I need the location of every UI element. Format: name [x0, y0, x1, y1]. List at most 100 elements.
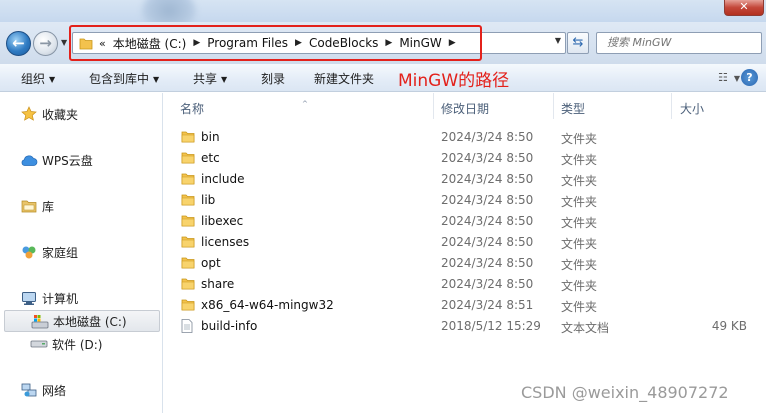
- column-divider[interactable]: [553, 93, 554, 119]
- windows-drive-icon: [31, 314, 49, 329]
- file-row[interactable]: bin 2024/3/24 8:50 文件夹: [164, 127, 766, 148]
- folder-icon: [181, 193, 195, 209]
- file-type: 文件夹: [561, 153, 598, 167]
- new-folder-button[interactable]: 新建文件夹: [314, 70, 374, 87]
- refresh-button[interactable]: ⇆: [567, 32, 589, 54]
- file-name: etc: [201, 151, 220, 165]
- file-date: 2024/3/24 8:50: [441, 235, 534, 249]
- file-size: 49 KB: [711, 319, 747, 333]
- annotation-highlight-box: [69, 25, 482, 61]
- file-list: ^ 名称 修改日期 类型 大小 bin 2024/3/24 8:50 文件夹 etc 2…: [164, 93, 766, 413]
- change-view-button[interactable]: ☷ ▼: [718, 71, 740, 84]
- file-row[interactable]: include 2024/3/24 8:50 文件夹: [164, 169, 766, 190]
- file-date: 2018/5/12 15:29: [441, 319, 541, 333]
- back-arrow-icon[interactable]: ←: [6, 31, 31, 56]
- file-date: 2024/3/24 8:50: [441, 172, 534, 186]
- file-row[interactable]: lib 2024/3/24 8:50 文件夹: [164, 190, 766, 211]
- nav-label-local-disk-c: 本地磁盘 (C:): [53, 314, 127, 329]
- organize-menu-button[interactable]: 组织 ▼: [21, 70, 55, 87]
- file-type: 文本文档: [561, 321, 610, 335]
- file-name: include: [201, 172, 245, 186]
- forward-arrow-icon[interactable]: →: [33, 31, 58, 56]
- nav-item-wps-cloud[interactable]: WPS云盘: [20, 149, 93, 171]
- file-date: 2024/3/24 8:50: [441, 193, 534, 207]
- navigation-pane: 收藏夹 WPS云盘 库 家庭组 计算机 本地磁盘 (C:) 软件 (D:) 网络: [0, 93, 163, 413]
- include-in-library-label: 包含到库中: [89, 72, 150, 86]
- burn-label: 刻录: [261, 72, 286, 86]
- nav-label-favorites: 收藏夹: [42, 107, 79, 122]
- file-date: 2024/3/24 8:51: [441, 298, 534, 312]
- network-icon: [20, 383, 38, 398]
- file-type: 文件夹: [561, 132, 598, 146]
- file-row[interactable]: x86_64-w64-mingw32 2024/3/24 8:51 文件夹: [164, 295, 766, 316]
- nav-item-homegroup[interactable]: 家庭组: [20, 241, 78, 263]
- column-header-type[interactable]: 类型: [561, 100, 585, 117]
- file-type: 文件夹: [561, 237, 598, 251]
- column-header-name[interactable]: 名称: [180, 100, 204, 117]
- nav-label-homegroup: 家庭组: [42, 245, 79, 260]
- homegroup-icon: [20, 244, 38, 260]
- folder-icon: [181, 298, 195, 314]
- column-header: ^ 名称 修改日期 类型 大小: [164, 93, 766, 119]
- search-box[interactable]: [596, 32, 762, 54]
- nav-label-software-d: 软件 (D:): [52, 337, 103, 352]
- file-row[interactable]: libexec 2024/3/24 8:50 文件夹: [164, 211, 766, 232]
- column-divider[interactable]: [671, 93, 672, 119]
- file-name: licenses: [201, 235, 250, 249]
- nav-item-libraries[interactable]: 库: [20, 195, 54, 217]
- folder-icon: [181, 214, 195, 230]
- close-window-button[interactable]: ✕: [724, 0, 764, 16]
- column-header-size[interactable]: 大小: [680, 100, 704, 117]
- drive-icon: [30, 339, 48, 349]
- sort-ascending-icon: ^: [302, 100, 308, 108]
- share-label: 共享: [193, 72, 218, 86]
- file-row[interactable]: share 2024/3/24 8:50 文件夹: [164, 274, 766, 295]
- file-name: libexec: [201, 214, 244, 228]
- file-name: opt: [201, 256, 221, 270]
- star-icon: [20, 106, 38, 122]
- file-date: 2024/3/24 8:50: [441, 214, 534, 228]
- nav-item-network[interactable]: 网络: [20, 379, 66, 401]
- view-grid-icon: ☷: [718, 71, 728, 84]
- csdn-watermark: CSDN @weixin_48907272: [521, 383, 729, 402]
- column-divider[interactable]: [433, 93, 434, 119]
- cloud-icon: [20, 153, 38, 167]
- file-row[interactable]: etc 2024/3/24 8:50 文件夹: [164, 148, 766, 169]
- file-row[interactable]: build-info 2018/5/12 15:29 文本文档 49 KB: [164, 316, 766, 337]
- text-file-icon: [181, 319, 193, 336]
- nav-item-computer[interactable]: 计算机: [20, 287, 78, 309]
- file-type: 文件夹: [561, 300, 598, 314]
- file-type: 文件夹: [561, 174, 598, 188]
- file-date: 2024/3/24 8:50: [441, 277, 534, 291]
- include-in-library-button[interactable]: 包含到库中 ▼: [89, 70, 159, 87]
- nav-label-computer: 计算机: [42, 291, 79, 306]
- file-name: lib: [201, 193, 216, 207]
- nav-label-network: 网络: [42, 383, 67, 398]
- computer-icon: [20, 291, 38, 306]
- file-type: 文件夹: [561, 195, 598, 209]
- burn-button[interactable]: 刻录: [261, 70, 285, 87]
- recent-pages-dropdown-icon[interactable]: ▼: [61, 38, 67, 47]
- folder-icon: [181, 277, 195, 293]
- search-input[interactable]: [607, 36, 747, 49]
- organize-label: 组织: [21, 72, 46, 86]
- nav-item-software-d[interactable]: 软件 (D:): [30, 333, 102, 355]
- file-type: 文件夹: [561, 279, 598, 293]
- library-icon: [20, 199, 38, 213]
- file-date: 2024/3/24 8:50: [441, 151, 534, 165]
- file-row[interactable]: opt 2024/3/24 8:50 文件夹: [164, 253, 766, 274]
- chevron-down-icon: ▼: [733, 74, 741, 83]
- folder-icon: [181, 235, 195, 251]
- help-icon[interactable]: ?: [741, 69, 758, 86]
- command-toolbar: 组织 ▼ 包含到库中 ▼ 共享 ▼ 刻录 新建文件夹 MinGW的路径 ☷ ▼ ?: [0, 64, 766, 92]
- nav-item-local-disk-c[interactable]: 本地磁盘 (C:): [4, 310, 160, 332]
- file-row[interactable]: licenses 2024/3/24 8:50 文件夹: [164, 232, 766, 253]
- nav-label-libraries: 库: [42, 199, 55, 214]
- share-button[interactable]: 共享 ▼: [193, 70, 227, 87]
- annotation-label: MinGW的路径: [398, 71, 510, 91]
- address-dropdown-icon[interactable]: ▼: [555, 36, 561, 45]
- nav-item-favorites[interactable]: 收藏夹: [20, 103, 78, 125]
- file-name: build-info: [201, 319, 258, 333]
- folder-icon: [181, 256, 195, 272]
- column-header-date[interactable]: 修改日期: [441, 100, 489, 117]
